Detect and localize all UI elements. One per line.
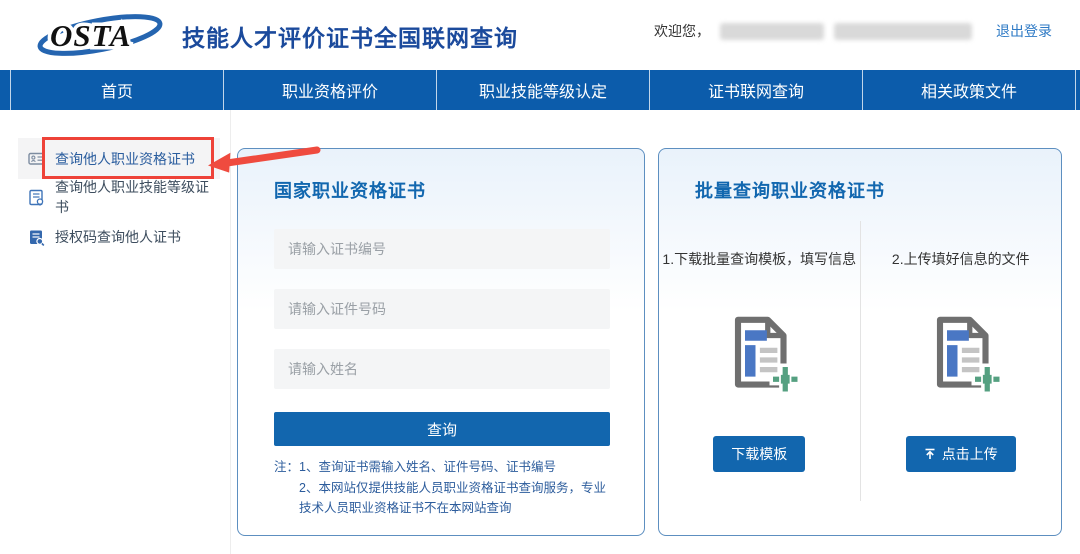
step-label: 1.下载批量查询模板，填写信息 (662, 249, 856, 269)
nav-item-home[interactable]: 首页 (11, 70, 224, 110)
batch-step-download: 1.下载批量查询模板，填写信息 (659, 221, 861, 501)
step-label: 2.上传填好信息的文件 (892, 249, 1030, 269)
batch-panel-title: 批量查询职业资格证书 (695, 177, 885, 203)
upload-icon (924, 448, 936, 460)
query-submit-button[interactable]: 查询 (274, 412, 610, 446)
page: OSTA 技能人才评价证书全国联网查询 欢迎您， 退出登录 首页 职业资格评价 … (0, 0, 1080, 554)
certificate-number-input[interactable] (274, 229, 610, 269)
sidebar-item-label: 查询他人职业资格证书 (55, 149, 195, 169)
svg-text:OSTA: OSTA (50, 18, 132, 53)
download-template-label: 下载模板 (731, 444, 787, 464)
download-template-button[interactable]: 下载模板 (713, 436, 805, 472)
nav-item-policy-files[interactable]: 相关政策文件 (863, 70, 1076, 110)
name-input[interactable] (274, 349, 610, 389)
logout-link[interactable]: 退出登录 (996, 21, 1052, 41)
note-line-2: 2、本网站仅提供技能人员职业资格证书查询服务，专业技术人员职业资格证书不在本网站… (299, 478, 614, 519)
click-upload-label: 点击上传 (942, 444, 998, 464)
sidebar-item-label: 授权码查询他人证书 (55, 227, 181, 247)
query-panel-title: 国家职业资格证书 (274, 177, 426, 203)
nav-item-certificate-query[interactable]: 证书联网查询 (650, 70, 863, 110)
welcome-text: 欢迎您， (654, 21, 710, 41)
national-certificate-query-panel: 国家职业资格证书 查询 注： 1、查询证书需输入姓名、证件号码、证书编号 2、本… (237, 148, 645, 536)
notes-prefix: 注： (274, 457, 299, 519)
document-add-icon (919, 311, 1003, 400)
nav-item-occupational-qualification[interactable]: 职业资格评价 (224, 70, 437, 110)
main-nav-inner: 首页 职业资格评价 职业技能等级认定 证书联网查询 相关政策文件 (10, 70, 1076, 110)
certificate-icon (28, 189, 45, 206)
document-search-icon (28, 229, 45, 246)
osta-logo-icon: OSTA (34, 10, 172, 58)
main-nav: 首页 职业资格评价 职业技能等级认定 证书联网查询 相关政策文件 (0, 70, 1080, 110)
nav-item-skill-level[interactable]: 职业技能等级认定 (437, 70, 650, 110)
sidebar: 查询他人职业资格证书 查询他人职业技能等级证书 (0, 110, 231, 554)
click-upload-button[interactable]: 点击上传 (906, 436, 1016, 472)
osta-logo: OSTA (34, 10, 172, 58)
header: OSTA 技能人才评价证书全国联网查询 欢迎您， 退出登录 (0, 0, 1080, 70)
site-title: 技能人才评价证书全国联网查询 (182, 19, 518, 53)
id-card-icon (28, 150, 45, 167)
batch-query-panel: 批量查询职业资格证书 1.下载批量查询模板，填写信息 (658, 148, 1062, 536)
batch-steps: 1.下载批量查询模板，填写信息 (659, 221, 1061, 501)
document-add-icon (717, 311, 801, 400)
id-number-input[interactable] (274, 289, 610, 329)
sidebar-item-label: 查询他人职业技能等级证书 (55, 177, 220, 217)
redacted-user-name (720, 23, 824, 40)
note-line-1: 1、查询证书需输入姓名、证件号码、证书编号 (299, 457, 614, 478)
sidebar-item-auth-code-query[interactable]: 授权码查询他人证书 (18, 222, 220, 252)
sidebar-item-query-others-skill-level[interactable]: 查询他人职业技能等级证书 (18, 182, 220, 212)
sidebar-item-query-others-qualification[interactable]: 查询他人职业资格证书 (18, 138, 220, 179)
welcome-area: 欢迎您， 退出登录 (654, 21, 1052, 41)
query-notes: 注： 1、查询证书需输入姓名、证件号码、证书编号 2、本网站仅提供技能人员职业资… (274, 457, 614, 519)
redacted-user-id (834, 23, 972, 40)
batch-step-upload: 2.上传填好信息的文件 (861, 221, 1062, 501)
